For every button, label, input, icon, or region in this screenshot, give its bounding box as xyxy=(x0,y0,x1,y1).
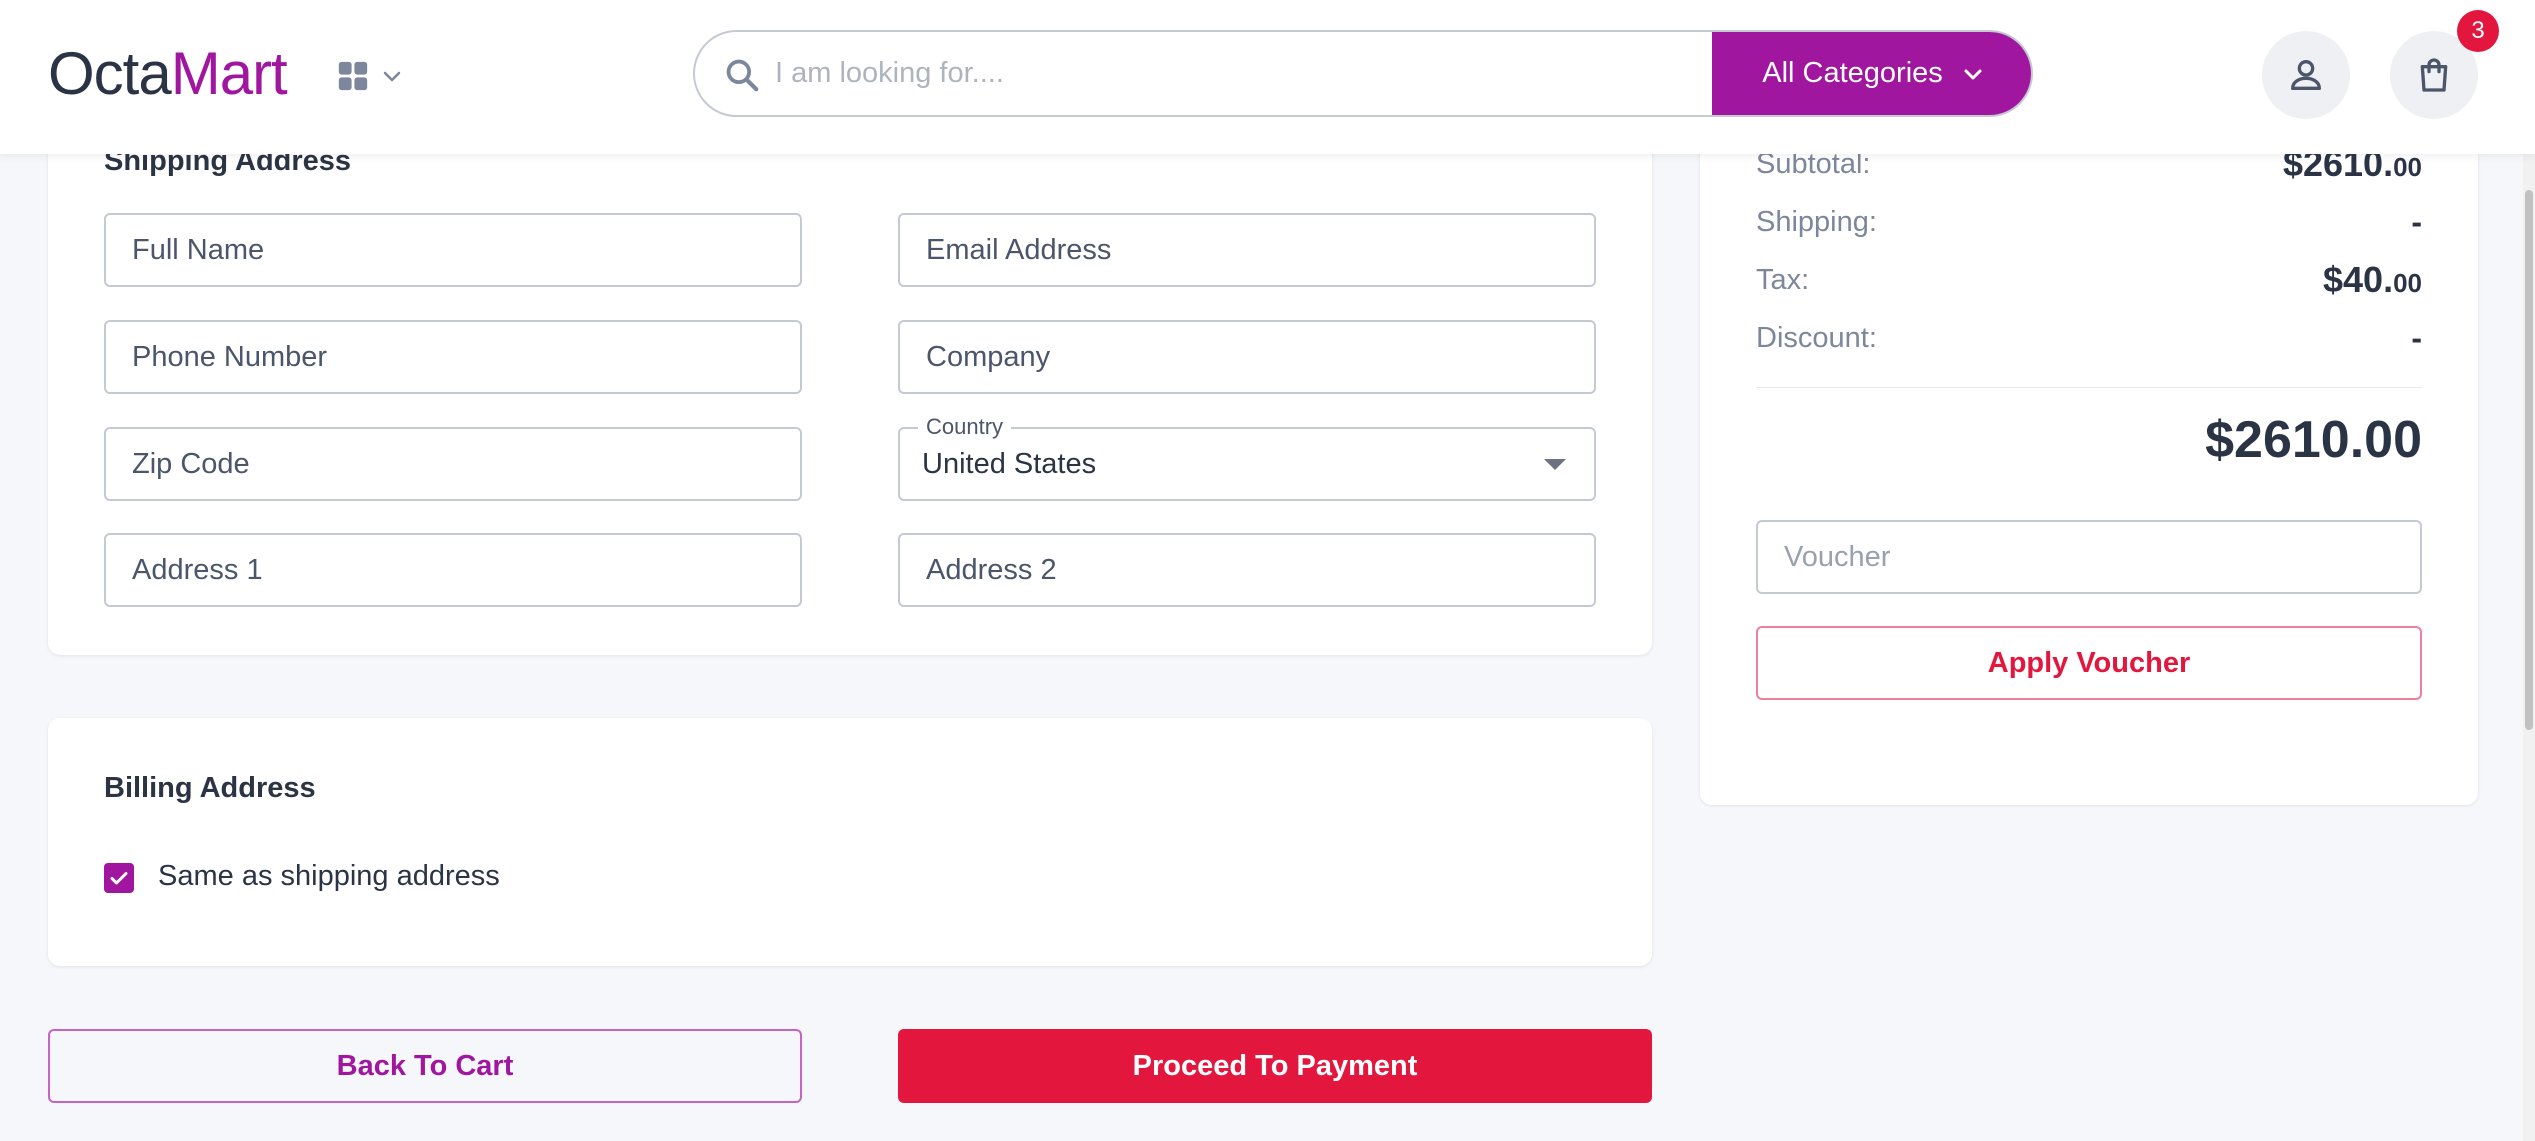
chevron-down-icon xyxy=(383,71,401,82)
proceed-to-payment-button[interactable]: Proceed To Payment xyxy=(898,1029,1652,1103)
voucher-input[interactable] xyxy=(1758,522,2420,592)
shipping-row: Shipping: - xyxy=(1756,200,2422,244)
same-as-shipping-checkbox[interactable] xyxy=(104,863,134,893)
category-menu-toggle[interactable] xyxy=(336,52,416,100)
phone-field xyxy=(104,320,802,394)
page-scrollbar-thumb[interactable] xyxy=(2525,190,2533,730)
full-name-input[interactable] xyxy=(106,215,800,285)
summary-divider xyxy=(1756,387,2422,388)
tax-label: Tax: xyxy=(1756,263,1810,296)
zip-code-field xyxy=(104,427,802,501)
all-categories-label: All Categories xyxy=(1762,57,1943,89)
order-total: $2610.00 xyxy=(2205,411,2422,469)
logo-text-accent: Mart xyxy=(170,40,288,107)
address-2-field xyxy=(898,533,1596,607)
email-input[interactable] xyxy=(900,215,1594,285)
tax-row: Tax: $40.00 xyxy=(1756,258,2422,302)
tax-value: $40.00 xyxy=(2323,259,2422,300)
voucher-field xyxy=(1756,520,2422,594)
same-as-shipping-label[interactable]: Same as shipping address xyxy=(158,860,500,893)
logo-text-primary: Octa xyxy=(48,40,172,107)
phone-input[interactable] xyxy=(106,322,800,392)
zip-code-input[interactable] xyxy=(106,429,800,499)
back-to-cart-button[interactable]: Back To Cart xyxy=(48,1029,802,1103)
top-header: OctaMart All Categories xyxy=(0,0,2535,154)
search-bar: All Categories xyxy=(693,30,2033,117)
full-name-field xyxy=(104,213,802,287)
shipping-label: Shipping: xyxy=(1756,205,1877,238)
address-2-input[interactable] xyxy=(900,535,1594,605)
shopping-bag-icon xyxy=(2420,58,2448,92)
discount-row: Discount: - xyxy=(1756,316,2422,360)
search-input[interactable] xyxy=(775,32,1675,115)
grid-icon xyxy=(338,61,368,91)
email-field xyxy=(898,213,1596,287)
user-icon xyxy=(2291,59,2321,91)
address-1-field xyxy=(104,533,802,607)
country-value: United States xyxy=(922,448,1097,480)
shipping-value: - xyxy=(2411,203,2422,240)
account-button[interactable] xyxy=(2262,31,2350,119)
discount-label: Discount: xyxy=(1756,321,1877,354)
logo[interactable]: OctaMart xyxy=(48,34,288,114)
search-icon xyxy=(726,59,759,92)
country-select[interactable]: Country United States xyxy=(898,414,1596,501)
dropdown-arrow-icon xyxy=(1544,459,1566,470)
cart-count-badge: 3 xyxy=(2457,10,2499,52)
company-field xyxy=(898,320,1596,394)
company-input[interactable] xyxy=(900,322,1594,392)
billing-address-card: Billing Address Same as shipping address xyxy=(48,718,1652,966)
address-1-input[interactable] xyxy=(106,535,800,605)
check-icon xyxy=(110,872,128,885)
all-categories-button[interactable]: All Categories xyxy=(1712,32,2031,115)
shipping-address-card: Shipping Address Country United States xyxy=(48,80,1652,655)
apply-voucher-button[interactable]: Apply Voucher xyxy=(1756,626,2422,700)
chevron-down-icon xyxy=(1964,69,1982,79)
discount-value: - xyxy=(2411,319,2422,356)
billing-address-title: Billing Address xyxy=(104,772,316,804)
order-summary-card: Subtotal: $2610.00 Shipping: - Tax: $40.… xyxy=(1700,80,2478,805)
